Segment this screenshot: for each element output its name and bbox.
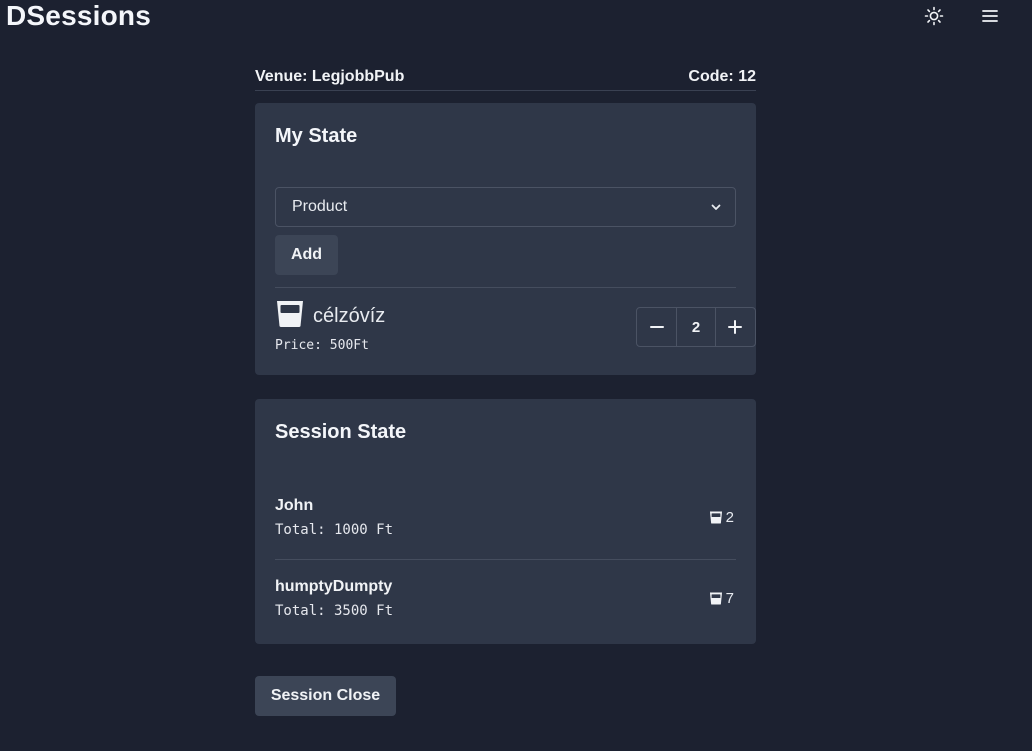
divider <box>275 559 736 560</box>
list-item: humptyDumpty Total: 3500 Ft 7 <box>275 578 736 628</box>
drink-count: 7 <box>709 590 734 607</box>
venue-label: Venue: LegjobbPub <box>255 68 405 85</box>
my-state-card: My State Product Add célzóvíz Price: 500… <box>255 103 756 375</box>
user-name: John <box>275 497 314 514</box>
glass-icon <box>277 301 303 327</box>
product-select[interactable]: Product <box>275 187 736 227</box>
add-button[interactable]: Add <box>275 235 338 275</box>
glass-icon <box>709 511 722 524</box>
product-item: célzóvíz Price: 500Ft 2 <box>275 300 756 354</box>
session-state-title: Session State <box>275 421 407 443</box>
divider <box>275 287 736 288</box>
session-close-button[interactable]: Session Close <box>255 676 396 716</box>
product-price: Price: 500Ft <box>275 338 369 353</box>
drink-count-value: 2 <box>725 509 734 526</box>
glass-icon <box>709 592 722 605</box>
sun-icon <box>924 6 944 26</box>
chevron-down-icon <box>711 204 721 210</box>
my-state-title: My State <box>275 125 358 147</box>
product-name: célzóvíz <box>313 305 386 327</box>
product-select-value: Product <box>292 198 348 215</box>
quantity-value: 2 <box>676 308 716 346</box>
increment-button[interactable] <box>716 308 755 346</box>
session-code: Code: 12 <box>688 68 756 85</box>
session-state-card: Session State John Total: 1000 Ft 2 hump… <box>255 399 756 644</box>
user-name: humptyDumpty <box>275 578 393 595</box>
drink-count: 2 <box>709 509 734 526</box>
drink-count-value: 7 <box>725 590 734 607</box>
theme-toggle-button[interactable] <box>922 4 946 28</box>
quantity-stepper: 2 <box>636 307 756 347</box>
menu-button[interactable] <box>978 4 1002 28</box>
app-brand[interactable]: DSessions <box>6 0 151 32</box>
venue-header: Venue: LegjobbPub Code: 12 <box>255 68 756 91</box>
list-item: John Total: 1000 Ft 2 <box>275 497 736 547</box>
user-total: Total: 1000 Ft <box>275 522 394 538</box>
plus-icon <box>728 320 743 334</box>
hamburger-menu-icon <box>982 10 998 22</box>
minus-icon <box>649 326 664 328</box>
user-total: Total: 3500 Ft <box>275 603 394 619</box>
decrement-button[interactable] <box>637 308 676 346</box>
top-bar: DSessions <box>0 0 1032 34</box>
